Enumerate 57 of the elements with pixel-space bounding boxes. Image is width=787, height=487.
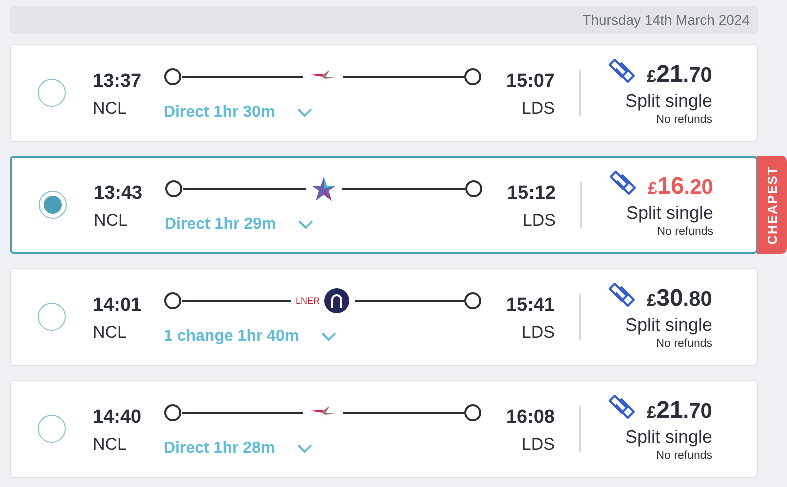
fare-type: Split single — [625, 426, 712, 448]
journey-card[interactable]: 14:40 NCL Direct 1hr 28m 16:08 LDS £21.70 Split single No refunds — [10, 380, 758, 478]
fare-conditions: No refunds — [656, 450, 712, 462]
origin-dot-icon — [164, 179, 184, 199]
price: £21.70 — [647, 60, 712, 88]
price: £30.80 — [647, 284, 712, 312]
radio-button[interactable] — [38, 79, 66, 107]
arrival-time: 16:08 — [506, 407, 555, 429]
tickets-icon — [607, 282, 638, 308]
journey-card[interactable]: 13:37 NCL Direct 1hr 30m 15:07 LDS £21.70 Split single No refunds — [10, 44, 758, 142]
tickets-icon — [608, 170, 638, 196]
arrival-time: 15:41 — [506, 295, 555, 317]
origin-dot-icon — [163, 403, 183, 423]
journey-card[interactable]: 13:43 NCL Direct 1hr 29m 15:12 LDS £16.20 Split single No refunds — [10, 156, 758, 254]
destination-dot-icon — [463, 67, 483, 87]
departure-station: NCL — [93, 323, 128, 343]
fare-conditions: No refunds — [656, 338, 712, 350]
radio-button[interactable] — [38, 415, 66, 443]
destination-dot-icon — [464, 179, 484, 199]
arrival-station: LDS — [522, 435, 555, 455]
departure-station: NCL — [93, 99, 128, 119]
fare-type: Split single — [625, 90, 712, 112]
departure-time: 14:40 — [93, 407, 143, 429]
arch-logo-icon — [324, 288, 350, 314]
radio-button[interactable] — [38, 303, 66, 331]
radio-button[interactable] — [39, 191, 67, 219]
arrival-time: 15:12 — [507, 183, 556, 205]
fare-type: Split single — [626, 202, 714, 224]
destination-dot-icon — [463, 403, 483, 423]
cheapest-badge: CHEAPEST — [757, 156, 787, 254]
arrival-time: 15:07 — [506, 71, 555, 93]
chevron-down-icon — [298, 220, 314, 230]
journey-card[interactable]: 14:01 NCL LNER 1 change 1hr 40m 15:41 LDS £30.80 Split single No refunds — [10, 268, 758, 366]
operator-label: LNER — [296, 296, 320, 306]
tickets-icon — [607, 394, 638, 420]
fare-conditions: No refunds — [656, 114, 712, 126]
fare-type: Split single — [625, 314, 712, 336]
fare-conditions: No refunds — [657, 226, 714, 238]
destination-dot-icon — [463, 291, 484, 311]
departure-time: 14:01 — [93, 295, 143, 317]
tickets-icon — [607, 58, 638, 84]
origin-dot-icon — [163, 67, 183, 87]
date-heading: Thursday 14th March 2024 — [582, 12, 750, 28]
arrival-station: LDS — [522, 211, 556, 231]
arrival-station: LDS — [522, 323, 555, 343]
chevron-down-icon — [297, 108, 314, 118]
departure-time: 13:43 — [94, 183, 144, 205]
price: £16.20 — [648, 172, 714, 200]
chevron-down-icon — [321, 332, 338, 342]
origin-dot-icon — [163, 291, 183, 311]
departure-station: NCL — [94, 211, 130, 231]
arrival-station: LDS — [522, 99, 555, 119]
price: £21.70 — [647, 396, 712, 424]
star-logo-icon — [311, 176, 337, 202]
departure-time: 13:37 — [93, 71, 143, 93]
departure-station: NCL — [93, 435, 128, 455]
chevron-down-icon — [297, 444, 314, 454]
